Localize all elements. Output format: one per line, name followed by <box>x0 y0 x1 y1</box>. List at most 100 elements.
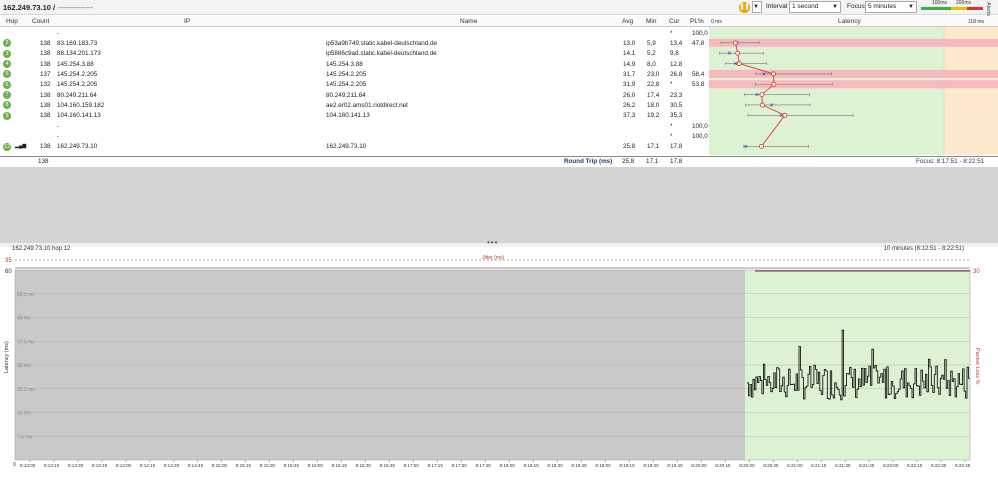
x-tick-label: 8:20:30 <box>739 463 755 468</box>
loss-highlight <box>709 69 998 78</box>
avg-point <box>759 143 764 149</box>
round-trip-label: Round Trip (ms) <box>564 158 613 165</box>
avg-point <box>782 112 788 118</box>
y2-axis-label: Packet Loss % <box>974 348 980 384</box>
graph-title: 162.249.73.10 hop 12 <box>12 246 71 252</box>
cell-avg: 25,8 <box>623 143 636 151</box>
avg-point <box>771 81 777 87</box>
interval-select[interactable]: 1 second ▼ <box>789 1 841 13</box>
latency-max-label: 118 ms <box>968 19 985 25</box>
cell-min: 22,8 <box>647 81 660 89</box>
col-name[interactable]: Name <box>460 18 477 25</box>
x-tick-label: 8:20:45 <box>763 463 779 468</box>
pause-button[interactable]: ❚❚ <box>739 2 750 13</box>
cell-ip: 162.249.73.10 <box>57 143 98 151</box>
cell-avg: 14,1 <box>623 50 636 58</box>
pane-splitter[interactable] <box>0 243 998 247</box>
y-tick-label: 7,5 ms <box>17 434 33 440</box>
round-trip-min: 17,1 <box>646 158 659 165</box>
x-tick-label: 8:21:45 <box>859 463 875 468</box>
x-tick-label: 8:19:00 <box>595 463 611 468</box>
hop-status-icon: 6 <box>3 80 11 89</box>
table-row[interactable]: 6 132 145.254.2.205 145.254.2.205 31,9 22,8 * 5… <box>0 80 709 90</box>
x-tick-label: 8:14:00 <box>116 463 132 468</box>
table-row[interactable]: - * 100,0 <box>0 121 709 131</box>
x-tick-label: 8:17:00 <box>404 463 420 468</box>
table-row[interactable]: 12 ▂▄▆ 138 162.249.73.10 162.249.73.10 25,8 17… <box>0 142 709 152</box>
table-row[interactable]: 3 138 88.134.201.173 ip5886c9ad.static.kabe… <box>0 49 709 59</box>
table-row[interactable]: 9 138 104.160.141.13 104.160.141.13 37,3 19,2… <box>0 111 709 121</box>
cell-ip: - <box>57 122 60 130</box>
options-dropdown[interactable]: ▼ <box>752 1 762 13</box>
col-count[interactable]: Count <box>32 18 49 25</box>
toolbar: 162.249.73.10 /-------------- ❚❚ ▼ Inter… <box>0 0 998 16</box>
hop-status-icon: 7 <box>3 91 11 100</box>
col-ip[interactable]: IP <box>184 18 190 25</box>
round-trip-count: 138 <box>38 158 49 165</box>
x-tick-label: 8:13:15 <box>44 463 60 468</box>
cell-min: 5,9 <box>647 39 656 47</box>
col-cur[interactable]: Cur <box>669 18 679 25</box>
interval-label: Interval <box>766 3 788 10</box>
alerts-tab[interactable]: Alerts <box>985 2 991 16</box>
table-row[interactable]: 4 138 145.254.3.88 145.254.3.88 14,9 8,0 12,8 <box>0 59 709 69</box>
hop-status-icon: 2 <box>3 39 11 48</box>
y-max-label: 60 <box>5 269 12 275</box>
focus-select[interactable]: 5 minutes ▼ <box>865 1 917 13</box>
table-row[interactable]: 7 138 80.249.211.64 80.249.211.64 26,0 17,4 23… <box>0 90 709 100</box>
cell-cur: 35,3 <box>670 112 683 120</box>
latency-min-label: 0 ms <box>711 19 722 25</box>
cell-min: 19,2 <box>647 112 660 120</box>
cell-cur: * <box>670 81 673 89</box>
table-row[interactable]: 5 137 145.254.2.205 145.254.2.205 31,7 23,0 26… <box>0 69 709 79</box>
x-tick-label: 8:14:30 <box>164 463 180 468</box>
hop-status-icon: 8 <box>3 101 11 110</box>
x-tick-label: 8:17:15 <box>428 463 444 468</box>
x-tick-label: 8:15:00 <box>212 463 228 468</box>
x-tick-label: 8:13:00 <box>20 463 36 468</box>
scale-green <box>921 7 951 10</box>
y-tick-label: 22,5 ms <box>17 387 35 393</box>
x-tick-label: 8:14:45 <box>188 463 204 468</box>
table-row[interactable]: 8 138 104.160.159.182 ae2.er02.ams01.riotdi… <box>0 100 709 110</box>
graph-icon[interactable]: ▂▄▆ <box>15 143 26 149</box>
hop-status-icon: 9 <box>3 111 11 120</box>
col-avg[interactable]: Avg <box>622 18 633 25</box>
cell-avg: 31,9 <box>623 81 636 89</box>
cell-ip: 104.160.141.13 <box>57 112 101 120</box>
cell-min: 23,0 <box>647 70 660 78</box>
table-row[interactable]: 2 138 83.169.183.73 ip53a9b749.static.kabel… <box>0 38 709 48</box>
cell-name: ae2.er02.ams01.riotdirect.net <box>326 101 408 109</box>
x-tick-label: 8:22:00 <box>883 463 899 468</box>
cell-ip: 88.134.201.173 <box>57 50 101 58</box>
avg-point <box>759 92 765 97</box>
chevron-down-icon: ▼ <box>753 4 759 10</box>
cell-ip: 104.160.159.182 <box>57 101 105 109</box>
cell-count: 138 <box>40 143 51 151</box>
x-tick-label: 8:21:15 <box>811 463 827 468</box>
col-min[interactable]: Min <box>646 18 656 25</box>
cell-name: 145.254.2.205 <box>326 81 367 89</box>
focus-range: Focus: 8:17:51 - 8:22:51 <box>916 158 985 165</box>
round-trip-avg: 25,8 <box>622 158 635 165</box>
cell-cur: 26,8 <box>670 70 683 78</box>
col-latency[interactable]: Latency <box>838 18 861 25</box>
latency-scale-legend: 100ms 200ms <box>921 0 983 14</box>
table-row[interactable]: - * 100,0 <box>0 132 709 142</box>
cell-min: 5,2 <box>647 50 656 58</box>
splitter-handle-icon[interactable]: ••• <box>487 238 498 247</box>
target-address[interactable]: 162.249.73.10 /-------------- <box>3 3 93 12</box>
cell-ip: 145.254.2.205 <box>57 70 98 78</box>
cur-marker: × <box>743 143 748 150</box>
table-row[interactable]: - * 100,0 <box>0 28 709 38</box>
x-tick-label: 8:14:15 <box>140 463 156 468</box>
cell-cur: 13,4 <box>670 39 683 47</box>
cell-ip: 145.254.2.205 <box>57 81 98 89</box>
cell-ip: - <box>57 29 60 37</box>
col-hop[interactable]: Hop <box>6 18 18 25</box>
cur-marker: × <box>769 102 774 109</box>
cell-ip: 80.249.211.64 <box>57 91 97 99</box>
cell-avg: 14,9 <box>623 60 636 68</box>
col-pl[interactable]: PL% <box>690 18 704 25</box>
cell-avg: 37,3 <box>623 112 636 120</box>
